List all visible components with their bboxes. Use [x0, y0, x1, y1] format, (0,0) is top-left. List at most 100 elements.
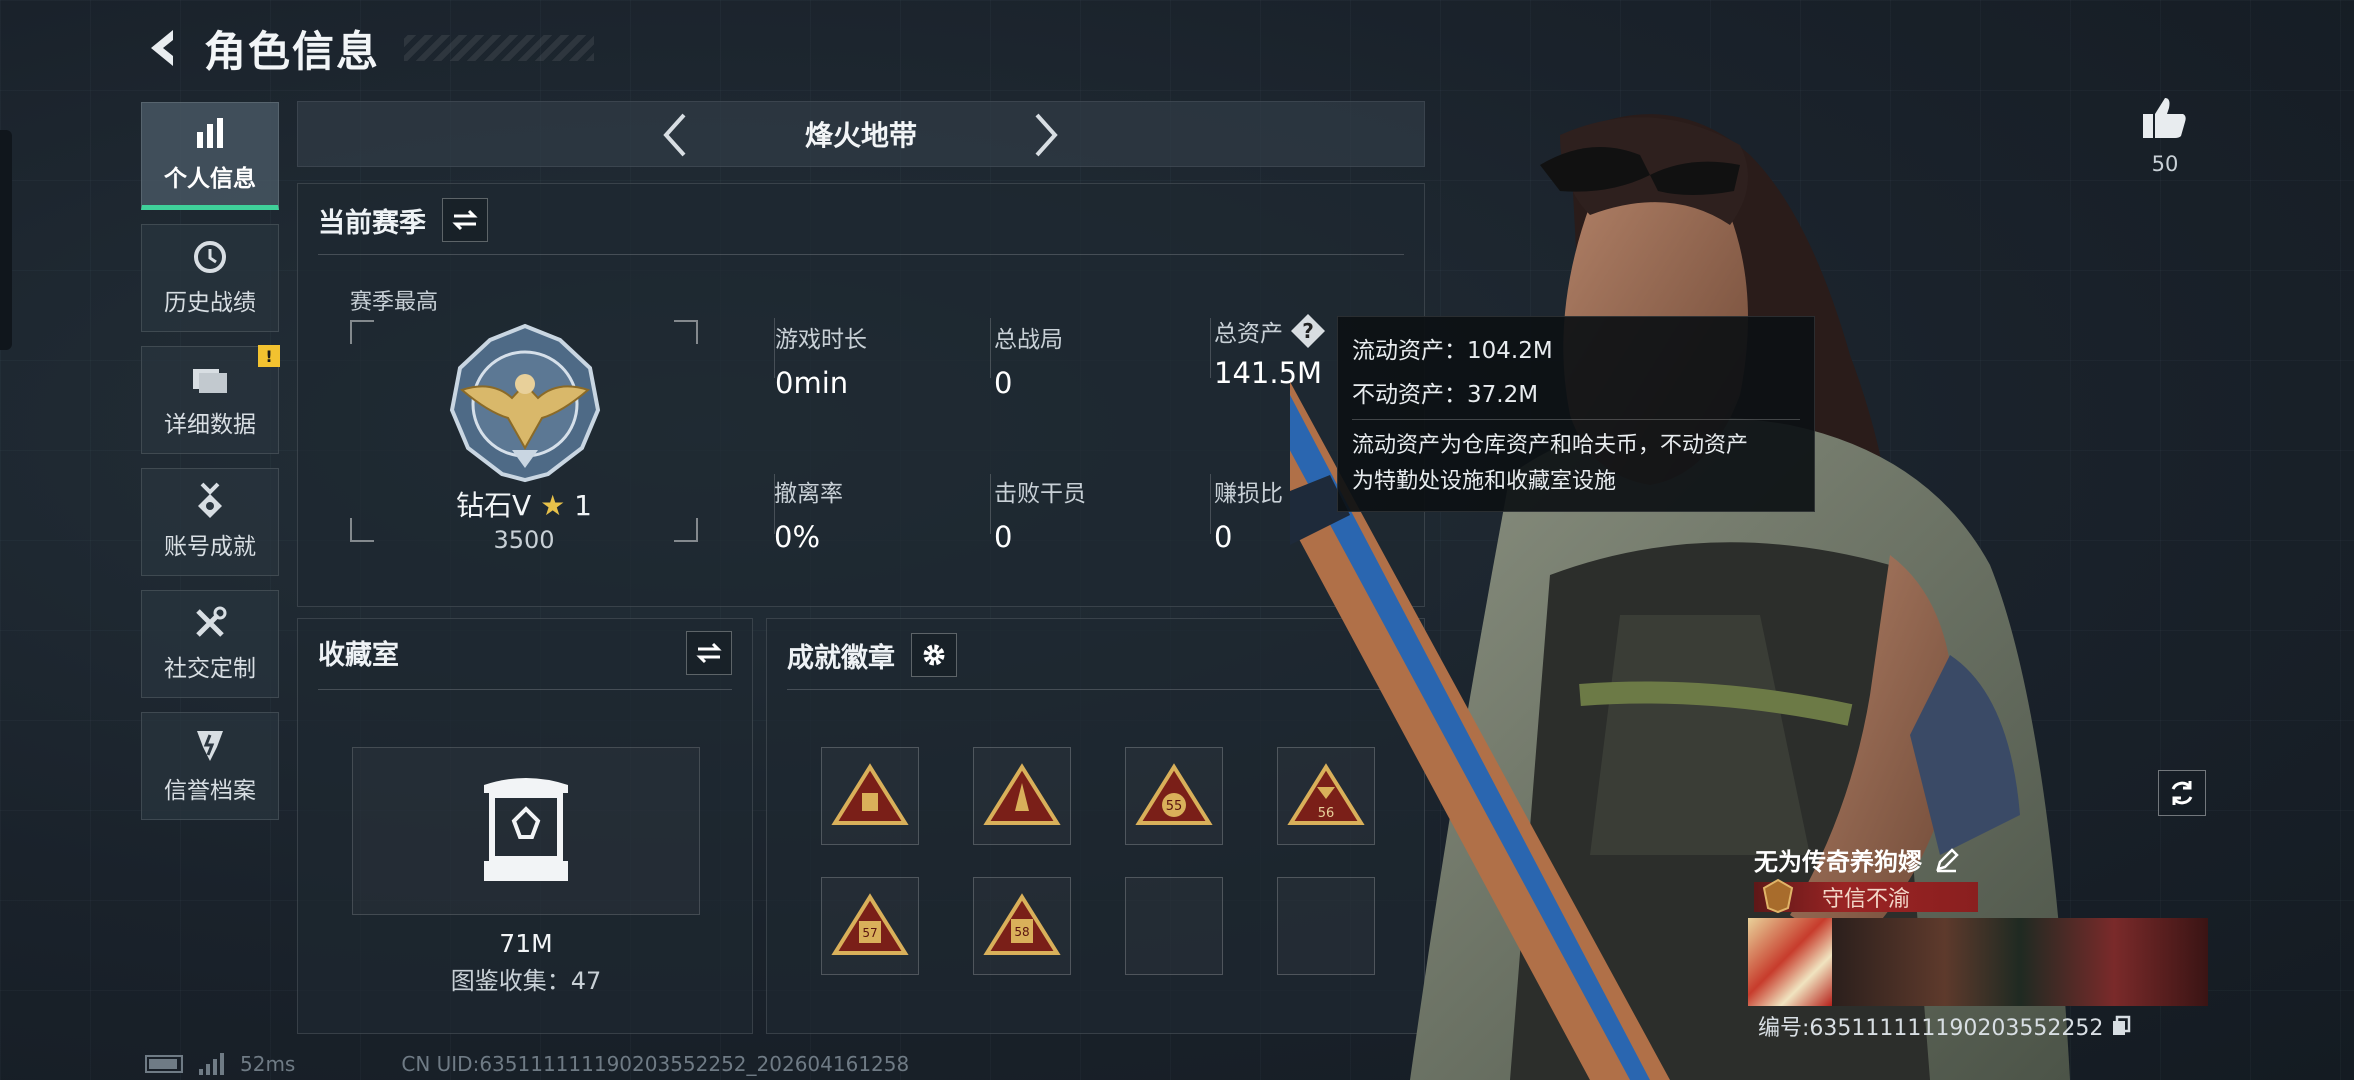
honor-emblem-icon [1762, 878, 1794, 914]
nav-label: 详细数据 [164, 412, 256, 438]
nav-label: 个人信息 [164, 166, 256, 192]
edit-pencil-icon[interactable] [1934, 847, 1960, 873]
season-best-label: 赛季最高 [350, 290, 439, 315]
collection-value: 71M [499, 929, 553, 958]
achievement-medal-icon [190, 482, 230, 519]
nav-label: 账号成就 [164, 534, 256, 560]
achievement-badge-icon: 55 [1135, 763, 1213, 825]
display-case-icon [484, 778, 568, 881]
collection-switch-button[interactable] [686, 631, 732, 675]
mode-title: 烽火地带 [804, 119, 917, 152]
side-nav: 个人信息 历史战绩 ! 详细数据 账号成就 社交定制 信誉档案 [141, 102, 280, 834]
player-name: 无为传奇养狗嫪 [1754, 848, 1922, 876]
badge-slot[interactable]: 57 [821, 877, 919, 975]
assets-note-line1: 流动资产为仓库资产和哈夫币，不动资产 [1352, 433, 1749, 458]
season-panel: 当前赛季 赛季最高 钻石V ★ 1 3500 游戏时长 0min 总战局 0 总… [297, 183, 1425, 607]
badges-title: 成就徽章 [787, 642, 895, 674]
achievement-badge-icon [831, 763, 909, 825]
swap-icon [696, 642, 722, 664]
profile-cards [1748, 918, 2208, 1006]
stat-label: 撤离率 [774, 481, 843, 507]
history-clock-icon [190, 239, 230, 275]
profile-card-image[interactable] [1748, 918, 1832, 1006]
rank-name: 钻石V [456, 489, 532, 522]
rank-score: 3500 [493, 526, 555, 554]
rank-frame: 钻石V ★ 1 3500 [350, 320, 698, 554]
uid-footer: CN UID:635111111190203552252_20260416125… [401, 1052, 910, 1076]
nav-item-credit-record[interactable]: 信誉档案 [141, 712, 279, 820]
badge-slot[interactable] [821, 747, 919, 845]
like-button[interactable]: 50 [2140, 96, 2190, 176]
stat-extract-rate: 撤离率 0% [774, 474, 843, 554]
refresh-icon [2171, 781, 2193, 805]
season-switch-button[interactable] [442, 198, 488, 242]
badge-slot[interactable]: 58 [973, 877, 1071, 975]
thumbs-up-icon [2143, 98, 2186, 138]
refresh-button[interactable] [2158, 770, 2206, 816]
nav-item-achievements[interactable]: 账号成就 [141, 468, 279, 576]
nav-item-history[interactable]: 历史战绩 [141, 224, 279, 332]
stat-label: 总资产 [1214, 321, 1283, 347]
mode-selector: 烽火地带 [297, 101, 1425, 167]
stat-operators-defeated: 击败干员 0 [994, 474, 1086, 554]
bar-chart-icon [190, 115, 230, 151]
battery-icon [145, 1055, 183, 1073]
achievement-badge-icon: 57 [831, 893, 909, 955]
fixed-assets: 不动资产：37.2M [1352, 382, 1539, 408]
status-bar: 52ms CN UID:635111111190203552252_202604… [145, 1052, 909, 1076]
achievement-badge-icon: 58 [983, 893, 1061, 955]
assets-note-line2: 为特勤处设施和收藏室设施 [1352, 469, 1617, 494]
chevron-left-icon [663, 113, 686, 157]
honor-title-plate[interactable]: 守信不渝 [1754, 878, 1978, 914]
season-title: 当前赛季 [318, 207, 426, 239]
honor-title: 守信不渝 [1821, 887, 1910, 912]
stat-value: 0 [994, 366, 1013, 400]
stat-value: 0min [775, 366, 849, 400]
nav-label: 社交定制 [164, 656, 256, 682]
stat-total-matches: 总战局 0 [994, 320, 1063, 400]
folders-icon [190, 361, 230, 397]
badge-slot[interactable]: 55 [1125, 747, 1223, 845]
prev-mode-button[interactable] [650, 110, 700, 160]
nav-item-social-custom[interactable]: 社交定制 [141, 590, 279, 698]
badges-settings-button[interactable] [911, 633, 957, 677]
rank-stars: 1 [574, 489, 592, 522]
left-edge-handle[interactable] [0, 130, 12, 350]
diamond-rank-emblem-icon [449, 323, 601, 483]
badge-number: 57 [862, 926, 877, 940]
stat-value: 0 [994, 520, 1013, 554]
liquid-assets: 流动资产：104.2M [1352, 338, 1553, 364]
stat-profit-ratio: 赚损比 0 [1214, 474, 1283, 554]
nav-item-detailed-data[interactable]: ! 详细数据 [141, 345, 280, 454]
ping: 52ms [240, 1052, 296, 1076]
credit-shield-icon [190, 727, 230, 763]
nav-label: 信誉档案 [164, 778, 256, 804]
nav-item-personal-info[interactable]: 个人信息 [141, 102, 279, 210]
copy-icon[interactable] [2111, 1015, 2131, 1037]
next-mode-button[interactable] [1021, 110, 1071, 160]
back-button[interactable] [140, 25, 186, 71]
alert-badge: ! [258, 345, 280, 367]
collection-title: 收藏室 [318, 640, 399, 671]
title-decoration [404, 35, 595, 61]
header: 角色信息 [140, 18, 595, 78]
stat-label: 游戏时长 [775, 327, 867, 353]
achievement-badge-icon [983, 763, 1061, 825]
badge-slot[interactable] [973, 747, 1071, 845]
stat-label: 总战局 [994, 327, 1063, 353]
tools-icon [190, 605, 230, 641]
profile-banner-image[interactable] [1832, 918, 2208, 1006]
stat-value: 0 [1214, 520, 1233, 554]
player-name-row: 无为传奇养狗嫪 [1754, 842, 1960, 877]
gear-icon [923, 644, 945, 666]
collection-showcase[interactable] [352, 747, 700, 915]
like-count: 50 [2151, 152, 2179, 176]
badge-slot-empty[interactable] [1125, 877, 1223, 975]
stat-label: 赚损比 [1214, 481, 1283, 507]
stat-value: 0% [774, 520, 821, 554]
assets-tooltip: 流动资产：104.2M 不动资产：37.2M 流动资产为仓库资产和哈夫币，不动资… [1337, 316, 1815, 512]
page-title: 角色信息 [204, 26, 381, 76]
collection-count: 图鉴收集：47 [450, 967, 602, 995]
player-id: 编号:635111111190203552252 [1758, 1016, 2104, 1041]
collection-panel: 收藏室 71M 图鉴收集：47 [297, 618, 753, 1034]
